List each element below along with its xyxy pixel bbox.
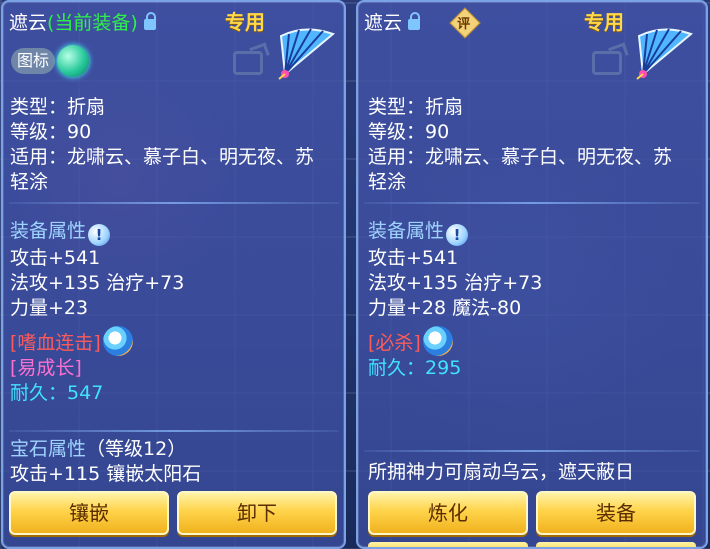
item-description: 所拥神力可扇动乌云，遮天蔽日	[368, 461, 635, 483]
info-icon[interactable]: !	[88, 224, 111, 246]
exclusive-label: 专用	[584, 10, 624, 34]
game-background: 遮云(当前装备) 专用 图标 类型：折扇 等级：90 适用：龙啸云、慕子白、明无…	[0, 0, 710, 549]
lock-icon[interactable]	[143, 12, 156, 30]
folding-fan-icon	[278, 28, 335, 80]
durability-value: 547	[67, 382, 104, 404]
strength-magic-stat: 力量+28 魔法-80	[368, 297, 522, 319]
item-title: 遮云	[364, 8, 421, 35]
item-type: 类型：折扇	[368, 96, 464, 118]
strength-stat: 力量+23	[10, 297, 89, 319]
spell-heal-stat: 法攻+135 治疗+73	[10, 272, 185, 294]
rating-badge-label: 评	[457, 16, 471, 32]
item-basic-info: 类型：折扇 等级：90 适用：龙啸云、慕子白、明无夜、苏 轻涂	[368, 95, 672, 195]
attributes-header: 装备属性	[368, 220, 445, 242]
skill-swirl-icon[interactable]	[422, 326, 453, 356]
attributes-header: 装备属性	[10, 220, 87, 242]
item-applicable-line-2: 轻涂	[368, 171, 407, 193]
unequip-button[interactable]: 卸下	[177, 491, 337, 535]
divider	[364, 202, 700, 204]
special-skill: [嗜血连击]	[10, 332, 101, 354]
current-equipped-tag: (当前装备)	[47, 12, 138, 34]
skill-swirl-icon[interactable]	[102, 326, 133, 356]
lock-icon[interactable]	[408, 12, 421, 30]
folding-fan-icon	[636, 28, 693, 80]
share-icon[interactable]	[592, 51, 622, 75]
spell-heal-stat: 法攻+135 治疗+73	[368, 272, 543, 294]
icon-toggle-label[interactable]: 图标	[11, 48, 56, 74]
rating-badge-icon[interactable]: 评	[449, 7, 481, 39]
equip-button[interactable]: 装备	[536, 491, 696, 535]
durability-label: 耐久：	[368, 357, 426, 379]
compared-item-tooltip: 遮云 评 专用 类型：折扇 等级：90 适用：龙啸云、慕子白、明无夜、苏 轻涂 …	[356, 0, 708, 549]
share-icon[interactable]	[233, 51, 263, 75]
item-basic-info: 类型：折扇 等级：90 适用：龙啸云、慕子白、明无夜、苏 轻涂	[10, 95, 314, 195]
gem-attributes-header: 宝石属性	[10, 438, 87, 460]
refine-button[interactable]: 炼化	[368, 491, 528, 535]
item-applicable-line-1: 适用：龙啸云、慕子白、明无夜、苏	[10, 146, 315, 168]
icon-toggle-orb-icon[interactable]	[57, 45, 89, 77]
special-trait: [易成长]	[10, 357, 82, 379]
more-button-edge[interactable]	[368, 542, 528, 547]
item-level: 等级：90	[368, 121, 450, 143]
info-icon[interactable]: !	[446, 224, 469, 246]
gem-level: （等级12）	[86, 438, 187, 460]
item-applicable-line-2: 轻涂	[10, 171, 49, 193]
item-name: 遮云	[9, 12, 48, 34]
special-skill: [必杀]	[368, 332, 421, 354]
divider	[9, 202, 339, 204]
exclusive-label: 专用	[225, 10, 265, 34]
item-applicable-line-1: 适用：龙啸云、慕子白、明无夜、苏	[368, 146, 673, 168]
gem-attributes: 宝石属性（等级12） 攻击+115 镶嵌太阳石	[10, 437, 201, 487]
item-name: 遮云	[364, 12, 403, 34]
gem-bonus: 攻击+115 镶嵌太阳石	[10, 463, 202, 485]
attack-stat: 攻击+541	[10, 247, 101, 269]
attack-stat: 攻击+541	[368, 247, 459, 269]
equipment-attributes: 装备属性! 攻击+541 法攻+135 治疗+73 力量+28 魔法-80 [必…	[368, 219, 542, 381]
divider	[9, 430, 339, 432]
item-title: 遮云(当前装备)	[9, 8, 156, 35]
inlay-button[interactable]: 镶嵌	[9, 491, 169, 535]
item-type: 类型：折扇	[10, 96, 106, 118]
equipment-attributes: 装备属性! 攻击+541 法攻+135 治疗+73 力量+23 [嗜血连击] […	[10, 219, 184, 406]
item-level: 等级：90	[10, 121, 92, 143]
equipped-item-tooltip: 遮云(当前装备) 专用 图标 类型：折扇 等级：90 适用：龙啸云、慕子白、明无…	[1, 0, 346, 549]
divider	[364, 450, 700, 452]
durability-value: 295	[425, 357, 462, 379]
more-button-edge[interactable]	[536, 542, 696, 547]
durability-label: 耐久：	[10, 382, 68, 404]
